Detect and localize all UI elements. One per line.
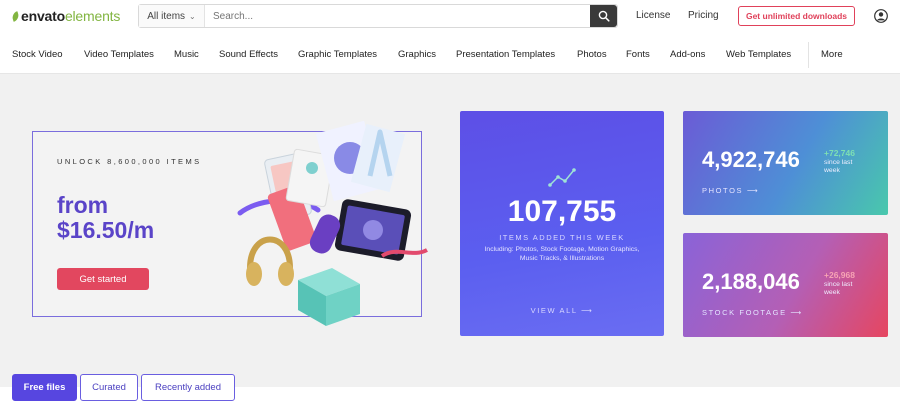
- nav-item-photos[interactable]: Photos: [577, 49, 607, 60]
- search-bar: All items ⌄: [138, 4, 618, 28]
- category-select-label: All items: [147, 10, 186, 22]
- weekly-items-card[interactable]: 107,755 ITEMS ADDED THIS WEEK Including:…: [460, 111, 664, 336]
- nav-item-sound-effects[interactable]: Sound Effects: [219, 49, 278, 60]
- stock-footage-delta: +26,968: [824, 270, 855, 280]
- promo-kicker: UNLOCK 8,600,000 ITEMS: [57, 157, 202, 166]
- nav-item-presentation-templates[interactable]: Presentation Templates: [456, 49, 555, 60]
- nav-item-graphics[interactable]: Graphics: [398, 49, 436, 60]
- nav-item-music[interactable]: Music: [174, 49, 199, 60]
- photos-since-label: since last week: [824, 159, 853, 174]
- search-button[interactable]: [590, 5, 617, 27]
- tab-curated[interactable]: Curated: [80, 374, 138, 401]
- weekly-items-label: ITEMS ADDED THIS WEEK: [499, 233, 625, 242]
- nav-item-graphic-templates[interactable]: Graphic Templates: [298, 49, 377, 60]
- tab-free-files[interactable]: Free files: [12, 374, 77, 401]
- stock-footage-since-label: since last week: [824, 281, 853, 296]
- photos-link[interactable]: PHOTOS ⟶: [702, 186, 759, 195]
- nav-item-stock-video[interactable]: Stock Video: [12, 49, 63, 60]
- view-all-link[interactable]: VIEW ALL ⟶: [460, 306, 664, 315]
- stock-footage-stat-card[interactable]: 2,188,046 +26,968 since last week STOCK …: [683, 233, 888, 337]
- nav-item-add-ons[interactable]: Add-ons: [670, 49, 705, 60]
- promo-price-from: from: [57, 192, 109, 218]
- weekly-items-description: Including: Photos, Stock Footage, Motion…: [484, 246, 640, 262]
- nav-item-fonts[interactable]: Fonts: [626, 49, 650, 60]
- category-nav: Stock Video Video Templates Music Sound …: [0, 34, 900, 74]
- photos-delta: +72,746: [824, 148, 855, 158]
- nav-item-more[interactable]: More: [821, 49, 843, 60]
- nav-item-video-templates[interactable]: Video Templates: [84, 49, 154, 60]
- photos-count: 4,922,746: [702, 147, 800, 172]
- get-unlimited-downloads-button[interactable]: Get unlimited downloads: [738, 6, 855, 26]
- search-input[interactable]: [205, 5, 590, 27]
- get-started-button[interactable]: Get started: [57, 268, 149, 290]
- stock-footage-count: 2,188,046: [702, 269, 800, 294]
- license-link[interactable]: License: [636, 10, 670, 21]
- stock-footage-link[interactable]: STOCK FOOTAGE ⟶: [702, 308, 803, 317]
- search-icon: [598, 10, 610, 22]
- nav-item-web-templates[interactable]: Web Templates: [726, 49, 791, 60]
- logo-text-envato: envato: [21, 8, 65, 24]
- photos-stat-card[interactable]: 4,922,746 +72,746 since last week PHOTOS…: [683, 111, 888, 215]
- pricing-link[interactable]: Pricing: [688, 10, 719, 21]
- product-collage-illustration: [237, 120, 428, 326]
- top-bar: envato elements All items ⌄ License Pric…: [0, 0, 900, 34]
- promo-price-amount: $16.50/m: [57, 217, 155, 243]
- category-select[interactable]: All items ⌄: [139, 5, 205, 27]
- weekly-items-count: 107,755: [507, 195, 617, 228]
- tab-recently-added[interactable]: Recently added: [141, 374, 235, 401]
- user-account-icon[interactable]: [874, 9, 888, 23]
- nav-divider: [808, 42, 809, 68]
- leaf-icon: [10, 10, 21, 22]
- trend-line-icon: [548, 168, 576, 187]
- envato-elements-logo[interactable]: envato elements: [10, 8, 121, 24]
- chevron-down-icon: ⌄: [189, 11, 196, 21]
- logo-text-elements: elements: [64, 8, 121, 24]
